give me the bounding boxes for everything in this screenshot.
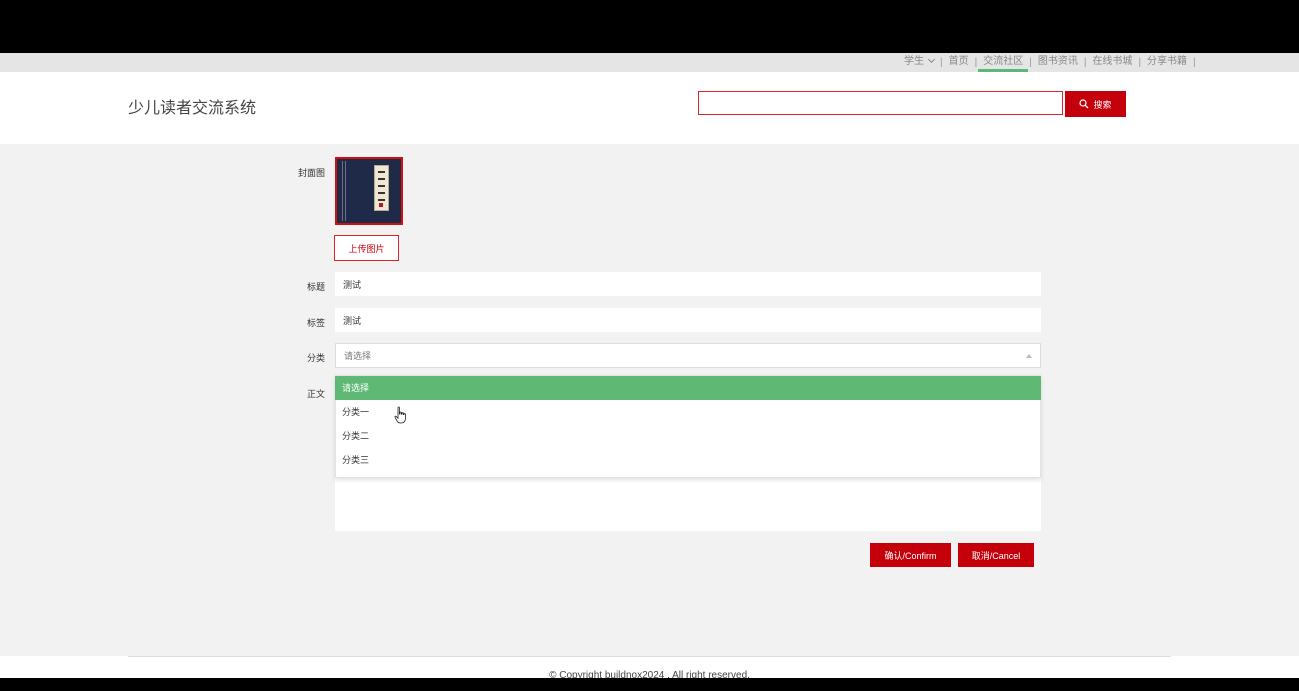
- header: 少儿读者交流系统 搜索: [0, 72, 1299, 144]
- confirm-button[interactable]: 确认/Confirm: [870, 543, 951, 567]
- nav-item-book-news[interactable]: 图书资讯: [1033, 53, 1083, 72]
- tag-field[interactable]: 测试: [335, 308, 1041, 332]
- top-bar: 学生 | 首页 | 交流社区 | 图书资讯 | 在线书城 | 分享书籍 |: [0, 53, 1299, 72]
- category-select[interactable]: 请选择: [335, 343, 1041, 368]
- category-dropdown: 请选择 分类一 分类二 分类三: [335, 375, 1041, 478]
- tag-label: 标签: [306, 318, 325, 328]
- upload-image-button[interactable]: 上传图片: [334, 235, 399, 261]
- copyright: © Copyright buildnox2024 . All right res…: [549, 670, 750, 678]
- body-label: 正文: [306, 389, 325, 399]
- title-field[interactable]: 测试: [335, 272, 1041, 296]
- body-textarea[interactable]: [335, 478, 1041, 531]
- nav-item-share-books[interactable]: 分享书籍: [1142, 53, 1192, 72]
- search-icon: [1079, 99, 1089, 109]
- caret-up-icon: [1026, 354, 1032, 358]
- nav-divider: |: [1193, 57, 1196, 68]
- dropdown-option-placeholder[interactable]: 请选择: [335, 376, 1041, 400]
- chevron-down-icon: [927, 55, 936, 64]
- site-title: 少儿读者交流系统: [128, 100, 257, 117]
- category-label: 分类: [306, 353, 325, 363]
- role-label: 学生: [904, 56, 924, 67]
- tag-value: 测试: [343, 315, 362, 326]
- title-value: 测试: [343, 279, 362, 290]
- footer-divider: [128, 656, 1171, 657]
- dropdown-option-category-2[interactable]: 分类二: [336, 424, 1040, 448]
- top-nav: 学生 | 首页 | 交流社区 | 图书资讯 | 在线书城 | 分享书籍 |: [899, 53, 1197, 72]
- search-button-label: 搜索: [1093, 99, 1112, 110]
- cancel-button[interactable]: 取消/Cancel: [958, 543, 1034, 567]
- search-button[interactable]: 搜索: [1065, 91, 1126, 117]
- search-input[interactable]: [698, 91, 1063, 115]
- category-selected-value: 请选择: [344, 351, 372, 361]
- dropdown-option-category-3[interactable]: 分类三: [336, 448, 1040, 472]
- nav-item-bookstore[interactable]: 在线书城: [1087, 53, 1137, 72]
- nav-item-home[interactable]: 首页: [944, 53, 974, 72]
- footer: © Copyright buildnox2024 . All right res…: [0, 656, 1299, 678]
- cover-label: 封面图: [297, 168, 325, 178]
- title-label: 标题: [306, 282, 325, 292]
- cover-image: [335, 157, 403, 225]
- nav-item-community[interactable]: 交流社区: [978, 53, 1029, 72]
- dropdown-option-category-1[interactable]: 分类一: [336, 400, 1040, 424]
- page: 学生 | 首页 | 交流社区 | 图书资讯 | 在线书城 | 分享书籍 | 少儿…: [0, 53, 1299, 678]
- role-menu[interactable]: 学生: [899, 53, 939, 72]
- hand-pointer-icon: [394, 406, 406, 424]
